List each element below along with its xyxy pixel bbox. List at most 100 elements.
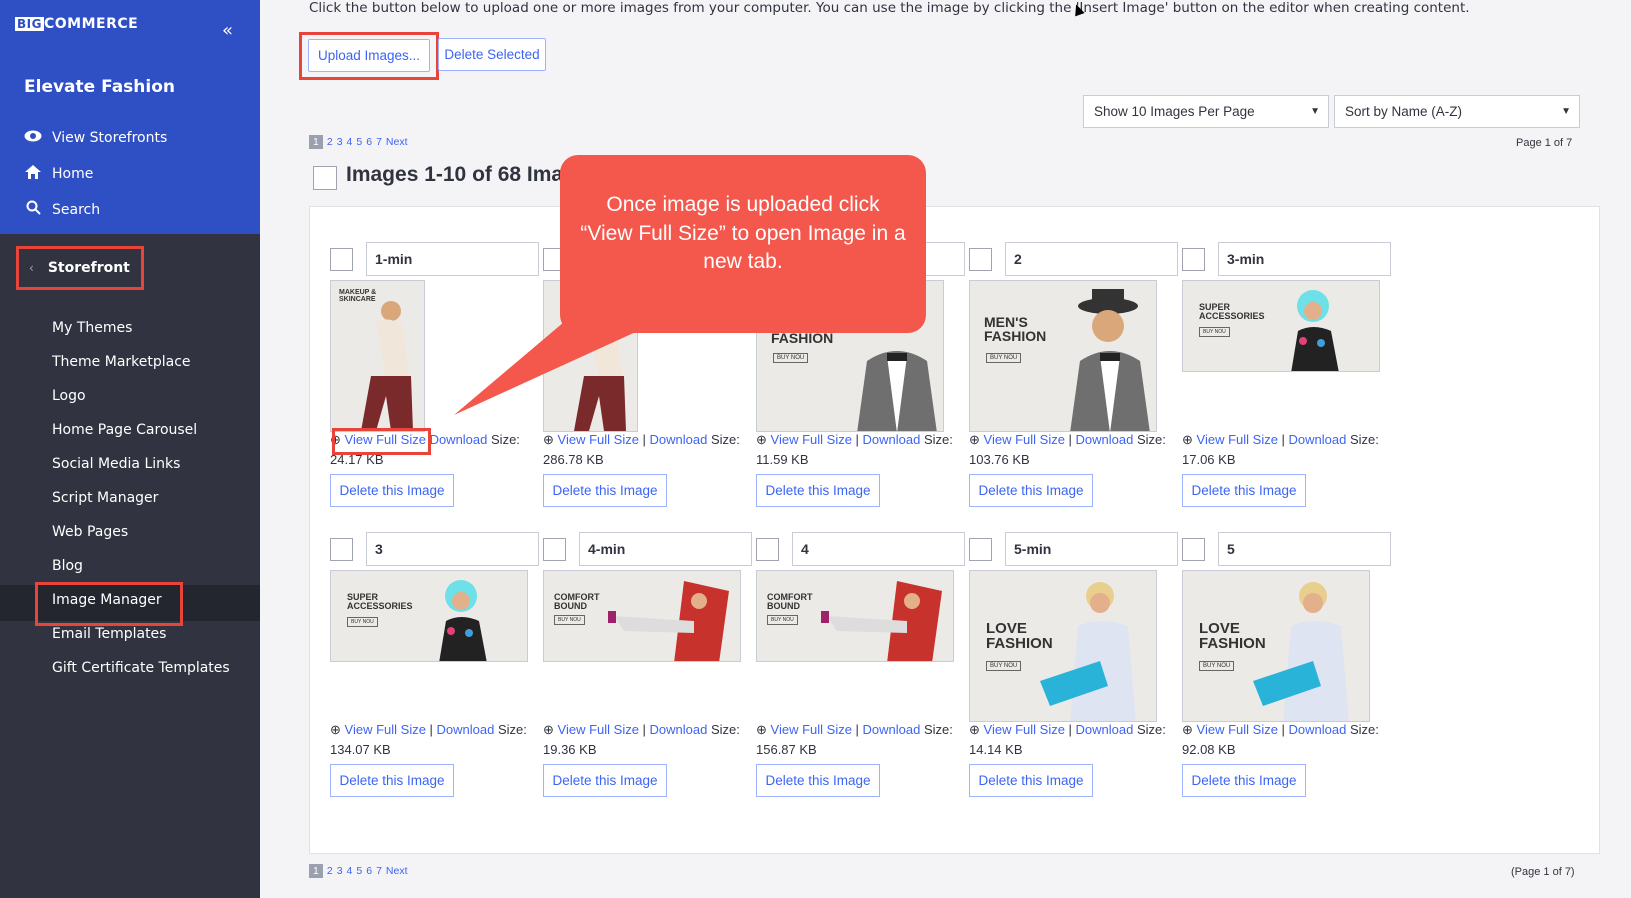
sidebar-item-my-themes[interactable]: My Themes [52, 320, 132, 336]
download-link[interactable]: Download [1289, 432, 1347, 447]
view-full-size-link[interactable]: View Full Size [1197, 722, 1278, 737]
collapse-sidebar-icon[interactable]: « [222, 20, 233, 41]
image-card: 4-min COMFORT BOUND BUY NOU ⊕ View Full … [543, 532, 757, 802]
size-label: Size: [1137, 432, 1166, 447]
image-card: 5-min LOVE FASHION BUY NOU ⊕ View Full S… [969, 532, 1183, 802]
download-link[interactable]: Download [430, 432, 488, 447]
sidebar-item-script-manager[interactable]: Script Manager [52, 490, 158, 506]
delete-image-button[interactable]: Delete this Image [1182, 764, 1306, 797]
size-label: Size: [1350, 432, 1379, 447]
view-full-size-link[interactable]: View Full Size [984, 722, 1065, 737]
image-checkbox[interactable] [330, 248, 353, 271]
image-checkbox[interactable] [543, 538, 566, 561]
download-link[interactable]: Download [437, 722, 495, 737]
image-checkbox[interactable] [1182, 248, 1205, 271]
image-name-field[interactable]: 5-min [1005, 532, 1178, 566]
page-link[interactable]: 5 [356, 136, 362, 148]
size-label: Size: [1137, 722, 1166, 737]
view-full-size-link[interactable]: View Full Size [771, 722, 852, 737]
image-name-field[interactable]: 5 [1218, 532, 1391, 566]
page-link[interactable]: 3 [337, 865, 343, 877]
sidebar-item-web-pages[interactable]: Web Pages [52, 524, 128, 540]
page-link[interactable]: 7 [376, 136, 382, 148]
sidebar-item-blog[interactable]: Blog [52, 558, 83, 574]
zoom-icon: ⊕ [1182, 432, 1193, 447]
image-checkbox[interactable] [1182, 538, 1205, 561]
image-size: 17.06 KB [1182, 452, 1236, 467]
view-full-size-link[interactable]: View Full Size [1197, 432, 1278, 447]
page-indicator-bottom: (Page 1 of 7) [1511, 866, 1575, 878]
sidebar-item-gift-certificate-templates[interactable]: Gift Certificate Templates [52, 660, 230, 676]
download-link[interactable]: Download [1076, 432, 1134, 447]
delete-selected-button[interactable]: Delete Selected [438, 38, 546, 71]
image-thumbnail: MEN'S FASHION BUY NOU [969, 280, 1157, 432]
nav-home[interactable]: Home [24, 165, 93, 183]
image-name-field[interactable]: 2 [1005, 242, 1178, 276]
download-link[interactable]: Download [650, 722, 708, 737]
nav-view-storefronts[interactable]: View Storefronts [24, 130, 167, 146]
image-name-field[interactable]: 4 [792, 532, 965, 566]
image-card: 3-min SUPER ACCESSORIES BUY NOU ⊕ View F… [1182, 242, 1396, 512]
delete-image-button[interactable]: Delete this Image [969, 474, 1093, 507]
next-page-link[interactable]: Next [386, 136, 408, 148]
page-link[interactable]: 6 [366, 865, 372, 877]
storefront-section-toggle[interactable]: ‹ Storefront [16, 246, 144, 290]
view-full-size-highlight [332, 428, 431, 455]
download-link[interactable]: Download [650, 432, 708, 447]
page-link[interactable]: 2 [327, 865, 333, 877]
image-checkbox[interactable] [330, 538, 353, 561]
download-link[interactable]: Download [863, 432, 921, 447]
select-all-checkbox[interactable] [313, 166, 337, 190]
download-link[interactable]: Download [1289, 722, 1347, 737]
page-link[interactable]: 2 [327, 136, 333, 148]
sidebar-item-email-templates[interactable]: Email Templates [52, 626, 166, 642]
images-per-page-select[interactable]: Show 10 Images Per Page ▼ [1083, 95, 1329, 128]
view-full-size-link[interactable]: View Full Size [558, 722, 639, 737]
delete-image-button[interactable]: Delete this Image [969, 764, 1093, 797]
bigcommerce-logo[interactable]: BIG COMMERCE [15, 16, 138, 32]
delete-image-button[interactable]: Delete this Image [330, 474, 454, 507]
page-link[interactable]: 5 [356, 865, 362, 877]
select-value: Sort by Name (A-Z) [1345, 104, 1463, 119]
next-page-link[interactable]: Next [386, 865, 408, 877]
page-link[interactable]: 7 [376, 865, 382, 877]
delete-image-button[interactable]: Delete this Image [756, 764, 880, 797]
image-checkbox[interactable] [969, 248, 992, 271]
size-label: Size: [711, 432, 740, 447]
view-full-size-link[interactable]: View Full Size [345, 722, 426, 737]
image-checkbox[interactable] [969, 538, 992, 561]
select-value: Show 10 Images Per Page [1094, 104, 1255, 119]
model-figure [1291, 290, 1339, 371]
page-link[interactable]: 4 [347, 865, 353, 877]
image-checkbox[interactable] [756, 538, 779, 561]
image-name-field[interactable]: 1-min [366, 242, 539, 276]
sidebar-item-social-media-links[interactable]: Social Media Links [52, 456, 180, 472]
delete-image-button[interactable]: Delete this Image [756, 474, 880, 507]
delete-image-button[interactable]: Delete this Image [1182, 474, 1306, 507]
model-figure [1253, 582, 1349, 721]
model-figure [361, 301, 413, 431]
download-link[interactable]: Download [1076, 722, 1134, 737]
sort-select[interactable]: Sort by Name (A-Z) ▼ [1334, 95, 1580, 128]
view-full-size-link[interactable]: View Full Size [984, 432, 1065, 447]
pagination-bottom: 1 2 3 4 5 6 7 Next [309, 864, 408, 878]
image-links: ⊕ View Full Size | Download Size: [543, 722, 740, 737]
view-full-size-link[interactable]: View Full Size [558, 432, 639, 447]
download-link[interactable]: Download [863, 722, 921, 737]
image-size: 14.14 KB [969, 742, 1023, 757]
image-name-field[interactable]: 3 [366, 532, 539, 566]
delete-image-button[interactable]: Delete this Image [543, 764, 667, 797]
sidebar-item-theme-marketplace[interactable]: Theme Marketplace [52, 354, 191, 370]
delete-image-button[interactable]: Delete this Image [330, 764, 454, 797]
sidebar-item-home-page-carousel[interactable]: Home Page Carousel [52, 422, 197, 438]
page-link[interactable]: 4 [347, 136, 353, 148]
image-name-field[interactable]: 4-min [579, 532, 752, 566]
sidebar-item-logo[interactable]: Logo [52, 388, 86, 404]
image-name-field[interactable]: 3-min [1218, 242, 1391, 276]
page-link[interactable]: 3 [337, 136, 343, 148]
page-link[interactable]: 6 [366, 136, 372, 148]
view-full-size-link[interactable]: View Full Size [771, 432, 852, 447]
nav-search[interactable]: Search [24, 200, 100, 219]
delete-image-button[interactable]: Delete this Image [543, 474, 667, 507]
image-links: ⊕ View Full Size | Download Size: [756, 722, 953, 737]
